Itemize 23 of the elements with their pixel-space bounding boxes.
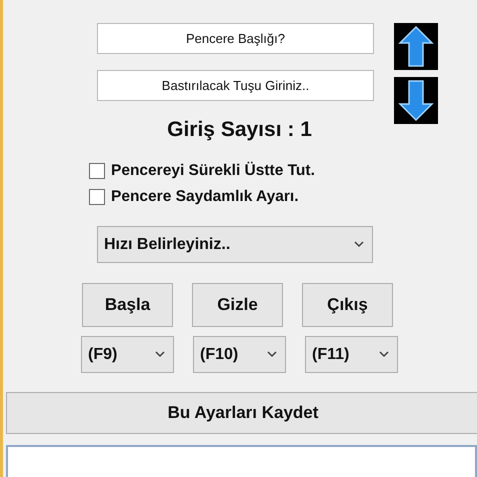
chevron-down-icon — [155, 351, 165, 358]
checkbox-label[interactable]: Pencereyi Sürekli Üstte Tut. — [111, 162, 315, 180]
dropdown-value: Hızı Belirleyiniz.. — [104, 236, 230, 254]
save-settings-button[interactable]: Bu Ayarları Kaydet — [6, 392, 477, 434]
action-button[interactable]: Çıkış — [302, 283, 393, 327]
hotkey-dropdown[interactable]: (F11) — [305, 336, 398, 373]
entry-count: Giriş Sayısı : 1 — [166, 118, 313, 142]
dropdown-value: (F9) — [88, 346, 118, 364]
action-button[interactable]: Gizle — [192, 283, 283, 327]
chevron-down-icon — [379, 351, 389, 358]
hotkey-dropdown[interactable]: (F9) — [81, 336, 174, 373]
chevron-down-icon — [354, 241, 364, 248]
checkbox-label[interactable]: Pencere Saydamlık Ayarı. — [111, 188, 299, 206]
text-field[interactable]: Pencere Başlığı? — [97, 23, 374, 54]
chevron-down-icon — [267, 351, 277, 358]
hotkey-dropdown[interactable]: (F10) — [193, 336, 286, 373]
speed-dropdown[interactable]: Hızı Belirleyiniz.. — [97, 226, 373, 263]
action-button[interactable]: Başla — [82, 283, 173, 327]
text-field[interactable]: Bastırılacak Tuşu Giriniz.. — [97, 70, 374, 101]
checkbox[interactable] — [89, 163, 105, 179]
checkbox[interactable] — [89, 189, 105, 205]
dropdown-value: (F10) — [200, 346, 238, 364]
dropdown-value: (F11) — [312, 346, 350, 364]
